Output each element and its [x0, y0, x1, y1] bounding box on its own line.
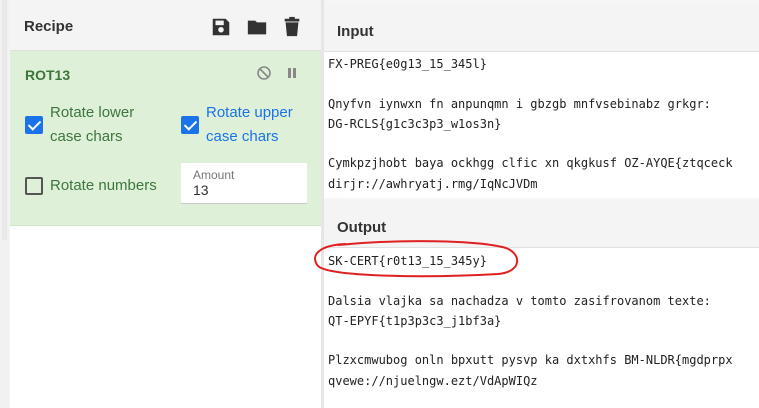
output-line: SK-CERT{r0t13_15_345y}	[328, 254, 487, 268]
amount-value[interactable]: 13	[193, 182, 209, 198]
rotate-lower-label-line1: Rotate lower	[50, 104, 135, 121]
input-header: Input	[324, 5, 759, 52]
recipe-panel: Recipe ROT13 Rotate lower case chars Rot…	[10, 0, 321, 408]
output-header: Output	[324, 201, 759, 248]
output-title: Output	[337, 219, 387, 236]
left-gutter	[0, 0, 9, 408]
input-line: FX-PREG{e0g13_15_345l}	[328, 57, 487, 71]
output-textarea[interactable]: SK-CERT{r0t13_15_345y} Dalsia vlajka sa …	[324, 248, 759, 408]
input-line: dirjr://awhryatj.rmg/IqNcJVDm	[328, 177, 538, 191]
folder-icon[interactable]	[246, 16, 268, 38]
output-line: QT-EPYF{t1p3p3c3_j1bf3a}	[328, 314, 502, 328]
rotate-numbers-label: Rotate numbers	[50, 177, 157, 194]
output-line: qvewe://njuelngw.ezt/VdApWIQz	[328, 374, 538, 388]
gutter-scrollbar[interactable]	[2, 0, 7, 240]
amount-field[interactable]: Amount 13	[181, 163, 307, 204]
save-icon[interactable]	[210, 16, 232, 38]
trash-icon[interactable]	[281, 16, 303, 38]
rotate-lower-label-line2: case chars	[50, 128, 123, 145]
rotate-numbers-checkbox[interactable]	[25, 177, 43, 195]
recipe-title: Recipe	[24, 18, 74, 35]
rotate-upper-label-line2: case chars	[206, 128, 279, 145]
operation-title: ROT13	[25, 67, 71, 83]
rotate-lower-checkbox[interactable]	[25, 116, 43, 134]
disable-icon[interactable]	[256, 65, 272, 81]
input-line: DG-RCLS{g1c3c3p3_w1os3n}	[328, 117, 502, 131]
input-line: Cymkpzjhobt baya ockhgg clfic xn qkgkusf…	[328, 156, 733, 170]
pause-icon[interactable]	[284, 65, 300, 81]
recipe-header: Recipe	[10, 0, 321, 51]
input-title: Input	[337, 23, 374, 40]
rotate-upper-label-line1: Rotate upper	[206, 104, 293, 121]
rotate-upper-checkbox[interactable]	[181, 116, 199, 134]
amount-label: Amount	[193, 168, 235, 182]
output-line: Dalsia vlajka sa nachadza v tomto zasifr…	[328, 294, 711, 308]
input-line: Qnyfvn iynwxn fn anpunqmn i gbzgb mnfvse…	[328, 97, 711, 111]
input-textarea[interactable]: FX-PREG{e0g13_15_345l} Qnyfvn iynwxn fn …	[324, 52, 759, 198]
output-line: Plzxcmwubog onln bpxutt pysvp ka dxtxhfs…	[328, 353, 733, 367]
rot13-operation[interactable]: ROT13 Rotate lower case chars Rotate upp…	[10, 51, 321, 226]
